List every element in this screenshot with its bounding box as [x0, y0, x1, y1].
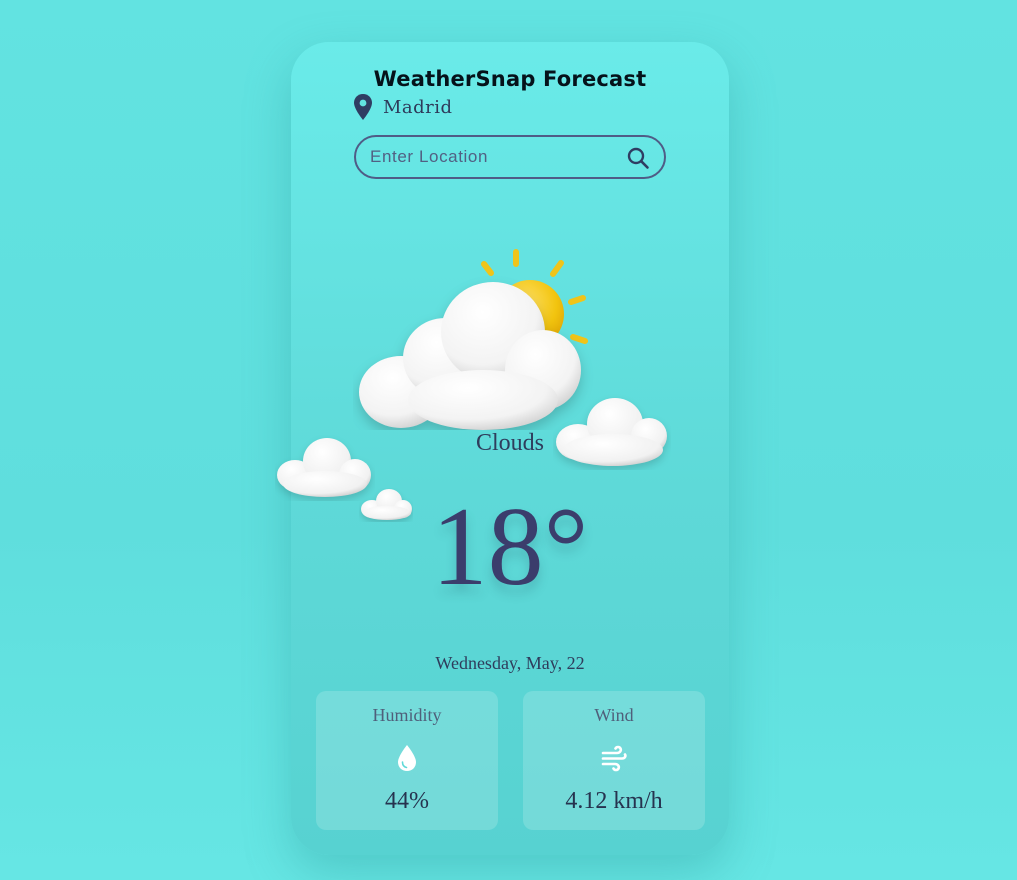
humidity-label: Humidity — [372, 705, 442, 725]
humidity-value: 44% — [385, 788, 429, 814]
location-search-input[interactable] — [370, 137, 610, 177]
map-pin-icon — [354, 94, 372, 120]
current-location: Madrid — [353, 94, 453, 120]
search-bar — [354, 135, 666, 179]
temperature-value: 18° — [431, 485, 589, 609]
app-title: WeatherSnap Forecast — [373, 67, 647, 91]
current-date: Wednesday, May, 22 — [435, 653, 585, 673]
weather-condition: Clouds — [475, 430, 544, 456]
wind-label: Wind — [594, 705, 634, 725]
wind-value: 4.12 km/h — [565, 788, 663, 814]
water-drop-icon — [398, 745, 416, 771]
humidity-panel: Humidity 44% — [316, 691, 498, 830]
weather-card: WeatherSnap Forecast Madrid Enter Locati… — [277, 42, 729, 855]
page: WeatherSnap Forecast Madrid Enter Locati… — [0, 0, 1017, 880]
wind-panel: Wind 4.12 km/h — [523, 691, 705, 830]
search-icon[interactable] — [626, 146, 650, 170]
location-name: Madrid — [383, 96, 453, 118]
wind-icon — [601, 745, 627, 772]
